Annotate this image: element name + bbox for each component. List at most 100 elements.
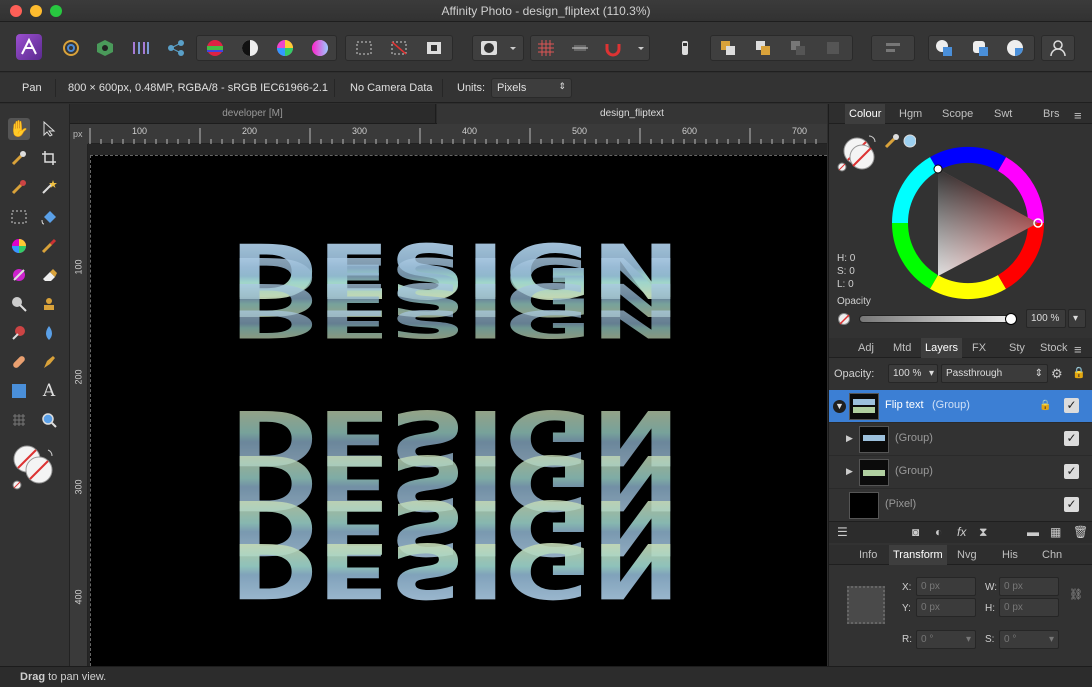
grid-icon[interactable] [537,39,555,57]
trash-icon[interactable]: 🗑 [1073,525,1088,539]
left-ruler[interactable]: 100 200 300 400 [70,144,88,666]
healing-tool-icon[interactable] [8,351,30,373]
tab-layers[interactable]: Layers [921,338,963,358]
move-tool-icon[interactable] [38,118,60,140]
snapping-magnet-icon[interactable] [604,39,622,57]
subtract-shape-icon[interactable] [971,39,989,57]
blend-mode-select[interactable]: Passthrough ⇕ [941,364,1048,383]
tone-mapping-persona-icon[interactable] [132,39,150,57]
doc-tab-design-fliptext[interactable]: design_fliptext [437,104,827,124]
collapse-icon[interactable]: ▼ [833,400,846,413]
blur-tool-icon[interactable] [38,322,60,344]
tab-histogram[interactable]: Hgm [899,104,922,124]
erase-tool-icon[interactable] [38,264,60,286]
top-ruler[interactable]: 100 200 300 400 500 600 700 [88,124,827,144]
layer-opacity-field[interactable]: 100 % ▾ [888,364,938,383]
colour-well-icon[interactable] [837,132,887,182]
document-canvas[interactable]: DESIGN DESIGN DESIGN DESIGN DESIGN DESIG… [90,155,827,666]
panel-menu-icon[interactable]: ≡ [1074,104,1082,124]
paint-brush-tool-icon[interactable] [38,235,60,257]
zoom-tool-icon[interactable] [38,409,60,431]
align-icon[interactable] [571,39,589,57]
white-balance-icon[interactable] [311,39,329,57]
move-back-icon[interactable] [719,39,737,57]
colour-swatches-icon[interactable] [12,444,58,490]
tab-scope[interactable]: Scope [942,104,973,124]
to-back-icon[interactable] [789,39,807,57]
canvas-area[interactable]: DESIGN DESIGN DESIGN DESIGN DESIGN DESIG… [88,144,827,666]
layer-visibility-checkbox[interactable]: ✓ [1064,398,1079,413]
layer-row-group[interactable]: ▶ (Group) ✓ [829,456,1092,489]
rotation-field[interactable]: 0 ° ▾ [916,630,976,649]
tab-adjustments[interactable]: Adj [858,338,874,358]
fill-tool-icon[interactable] [38,206,60,228]
expand-icon[interactable]: ▶ [846,466,853,477]
quick-mask-icon[interactable] [480,39,498,57]
move-forward-icon[interactable] [754,39,772,57]
lock-icon[interactable]: 🔒 [1072,366,1086,379]
layer-lock-icon[interactable]: 🔒 [1039,400,1051,411]
assistant-icon[interactable] [676,39,694,57]
tab-brushes[interactable]: Brs [1043,104,1060,124]
liquify-persona-icon[interactable] [62,39,80,57]
alignment-icon[interactable] [884,39,902,57]
opacity-slider[interactable] [859,313,1017,325]
no-colour-icon[interactable] [838,313,850,325]
dodge-tool-icon[interactable] [8,293,30,315]
tab-swatches[interactable]: Swt [994,104,1012,124]
shear-field[interactable]: 0 ° ▾ [999,630,1059,649]
adjustment-layer-icon[interactable]: ◐ [935,525,942,539]
levels-icon[interactable] [206,39,224,57]
mask-layer-icon[interactable]: ◙ [912,525,919,539]
tab-transform[interactable]: Transform [889,545,947,565]
chevron-down-icon[interactable] [508,39,526,57]
layer-visibility-checkbox[interactable]: ✓ [1064,431,1079,446]
anchor-point-selector[interactable] [847,586,885,624]
rectangle-tool-icon[interactable] [8,380,30,402]
opacity-slider-thumb[interactable] [1005,313,1017,325]
gradient-tool-icon[interactable] [8,235,30,257]
y-field[interactable]: 0 px [916,598,976,617]
link-icon[interactable]: ⛓ [1069,588,1083,601]
colour-wheel[interactable] [891,146,1046,301]
selection-brush-tool-icon[interactable] [8,176,30,198]
tab-info[interactable]: Info [859,545,877,565]
user-account-icon[interactable] [1049,39,1067,57]
fx-icon[interactable]: fx [957,525,966,539]
doc-tab-developer[interactable]: developer [M] [70,104,436,124]
pan-tool-icon[interactable]: ✋ [8,118,30,140]
tab-styles[interactable]: Sty [1009,338,1025,358]
black-white-icon[interactable] [241,39,259,57]
layer-visibility-checkbox[interactable]: ✓ [1064,497,1079,512]
tab-history[interactable]: His [1002,545,1018,565]
chevron-down-icon[interactable] [636,39,654,57]
w-field[interactable]: 0 px [999,577,1059,596]
opacity-field[interactable]: 100 % [1026,309,1066,328]
flood-select-tool-icon[interactable] [38,176,60,198]
folder-icon[interactable]: ▬ [1027,525,1039,539]
layer-row-flip-text[interactable]: ▼ Flip text (Group) 🔒 ✓ [829,390,1092,423]
hsl-icon[interactable] [276,39,294,57]
gear-icon[interactable]: ⚙ [1051,366,1063,382]
crop-tool-icon[interactable] [38,147,60,169]
x-field[interactable]: 0 px [916,577,976,596]
photo-persona-icon[interactable] [16,34,42,60]
layer-stack-icon[interactable]: ☰ [837,525,848,539]
tab-navigator[interactable]: Nvg [957,545,977,565]
text-tool-icon[interactable]: A [38,380,60,402]
panel-menu-icon[interactable]: ≡ [1074,338,1082,358]
opacity-dropdown[interactable]: ▾ [1068,309,1086,328]
layer-row-pixel[interactable]: (Pixel) ✓ [829,489,1092,522]
pixel-layer-icon[interactable]: ▦ [1050,525,1061,539]
tab-stock[interactable]: Stock [1040,338,1068,358]
tab-channels[interactable]: Chn [1042,545,1062,565]
add-shape-icon[interactable] [935,39,953,57]
smudge-tool-icon[interactable] [8,264,30,286]
clone-tool-icon[interactable] [38,293,60,315]
marquee-tool-icon[interactable] [8,206,30,228]
mesh-warp-tool-icon[interactable] [8,409,30,431]
expand-icon[interactable]: ▶ [846,433,853,444]
tab-fx[interactable]: FX [972,338,986,358]
live-filter-icon[interactable]: ⧗ [979,525,987,540]
layer-row-group[interactable]: ▶ (Group) ✓ [829,423,1092,456]
